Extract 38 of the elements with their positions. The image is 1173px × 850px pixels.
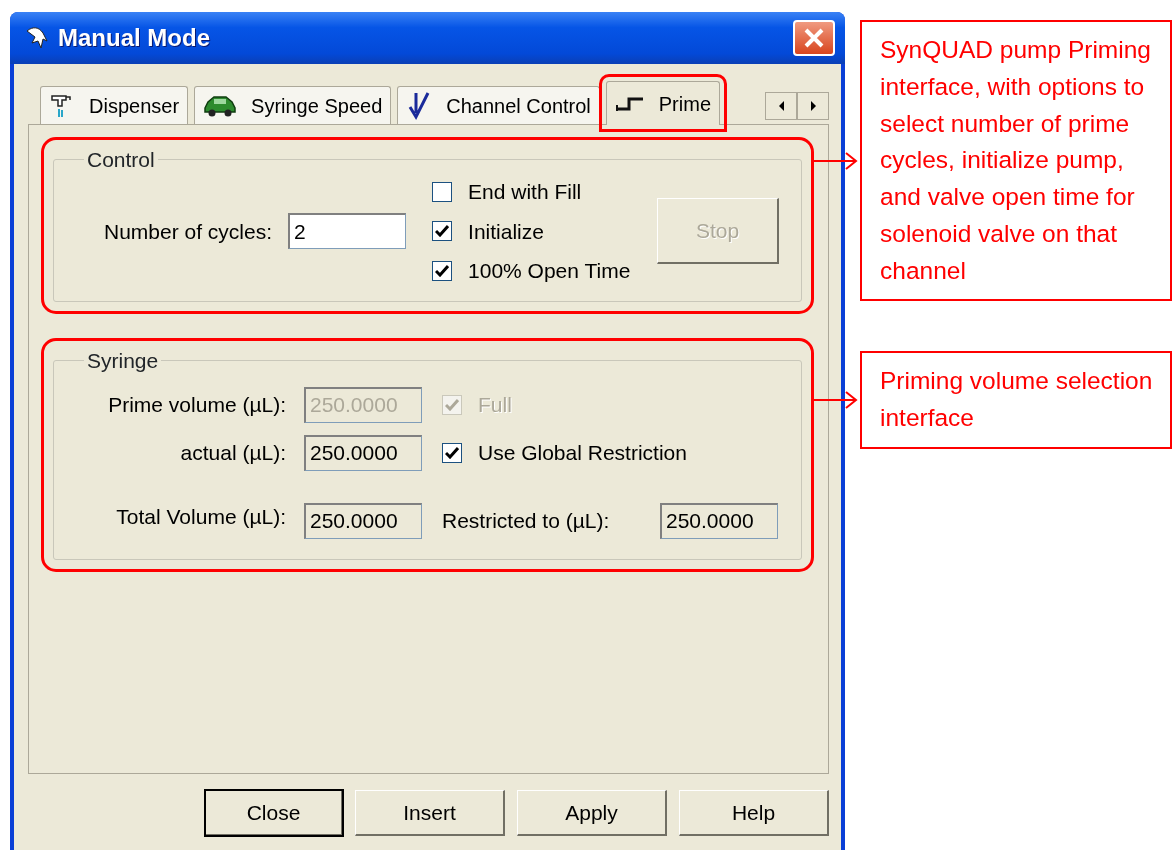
volume-field[interactable]: 250.0000 — [660, 502, 778, 539]
checkbox-label: 100% Open Time — [468, 258, 631, 284]
checkbox-label: Initialize — [468, 218, 544, 245]
field-label: Total Volume (µL): — [115, 503, 286, 530]
tab[interactable]: Syringe Speed — [194, 86, 392, 124]
field-label: Number of cycles: — [104, 218, 273, 245]
window-title: Manual Mode — [58, 23, 210, 53]
dialog-button[interactable]: Insert — [355, 790, 505, 836]
dialog-button[interactable]: Help — [679, 790, 829, 836]
arrow-icon — [812, 150, 860, 171]
checkbox[interactable] — [442, 442, 462, 463]
checkbox[interactable] — [432, 260, 453, 281]
dialog-button[interactable]: Apply — [517, 790, 667, 836]
close-button[interactable] — [793, 20, 835, 56]
field-label: Prime volume (µL): — [107, 391, 286, 418]
volume-field[interactable]: 250.0000 — [304, 434, 422, 471]
car-icon — [203, 93, 238, 118]
group-title: Control — [86, 149, 156, 170]
field-label: actual (µL): — [179, 439, 286, 466]
callout-text: Priming volume selection interface — [860, 351, 1172, 449]
checkbox-label: Use Global Restriction — [478, 439, 687, 466]
callout-text: SynQUAD pump Priming interface, with options to select number of prime cycles, initialize pump, and valve open time for solenoid valve on that channel — [860, 20, 1172, 302]
volume-field[interactable]: 250.0000 — [304, 502, 422, 539]
group-title: Syringe — [86, 349, 160, 371]
scroll-right-button[interactable] — [797, 92, 829, 120]
field-label: Restricted to (µL): — [442, 507, 611, 534]
close-icon — [803, 27, 825, 49]
arrow-icon — [812, 390, 860, 410]
dialog-button[interactable]: Close — [205, 790, 343, 836]
tab[interactable]: Channel Control — [397, 86, 600, 124]
checkbox-label: Full — [478, 391, 512, 418]
checkbox-label: End with Fill — [468, 179, 582, 205]
scroll-left-button[interactable] — [765, 92, 797, 120]
checkbox[interactable] — [432, 221, 453, 242]
checkbox[interactable] — [432, 181, 453, 202]
app-icon — [24, 25, 50, 51]
tab[interactable]: Dispenser — [40, 86, 189, 124]
cycles-field[interactable]: 2 — [288, 213, 407, 250]
